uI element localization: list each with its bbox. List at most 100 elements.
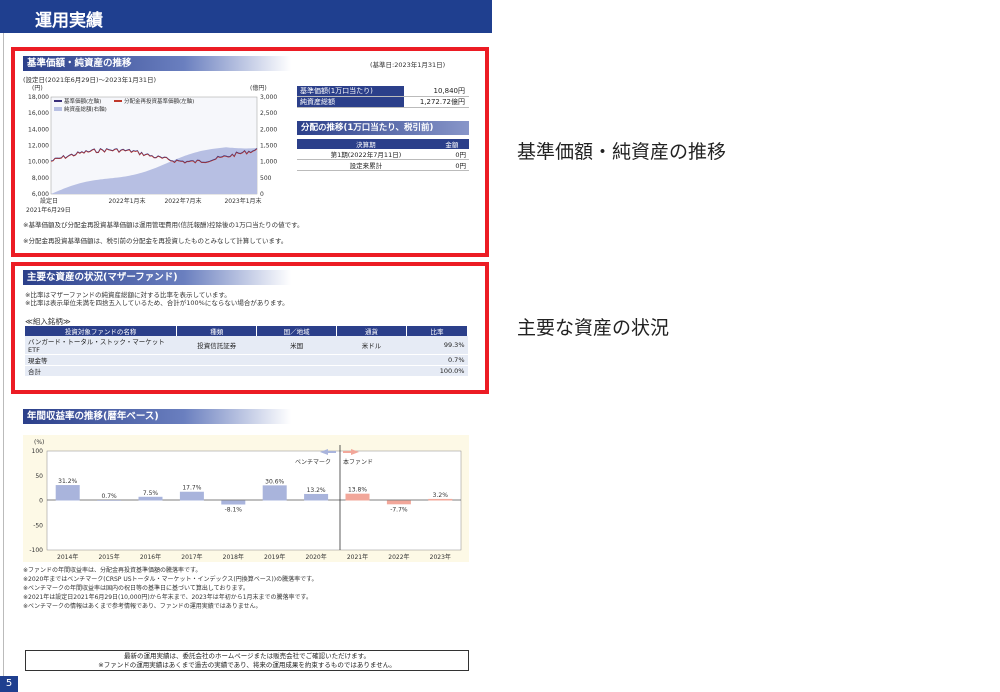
right-axis-ticks: 3,000 2,500 2,000 1,500 1,000 500 0 [260,94,277,198]
left-tick-label: 6,000 [32,191,49,198]
summary-nav-value: 10,840円 [433,87,466,95]
table-row: 第1期(2022年7月11日) 0円 [297,149,469,160]
x-tick-label: 2017年 [181,553,202,561]
dist-amount: 0円 [434,159,469,171]
left-tick-label: 16,000 [28,110,49,117]
page-number: 5 [0,676,18,692]
right-tick-label: 2,000 [260,126,277,133]
footer-line-2: ※ファンドの運用実績はあくまで過去の実績であり、将来の運用成果を約束するものでは… [98,661,396,669]
annual-bar [97,500,122,501]
x-tick-label: 2019年 [264,553,285,561]
hold-cell: 0.7% [406,354,468,366]
annual-note: ※2021年は設定日2021年6月29日(10,000円)から年末まで、2023… [23,594,312,601]
table-row: 現金等 0.7% [25,354,468,366]
bar-value-label: 13.2% [307,487,326,494]
right-tick-label: 0 [260,191,264,198]
x-tick-label: 2016年 [140,553,161,561]
nav-chart: (円) (億円) 18,000 16,000 14,000 12,000 10,000 8… [26,84,277,214]
annual-note: ※ベンチマークの年間収益率は国内の祝日等の基準日に基づいて算出しております。 [23,585,249,592]
side-label-nav: 基準価額・純資産の推移 [517,141,727,163]
table-row: バンガード・トータル・ストック・マーケットETF 投資信託証券 米国 米ドル 9… [25,336,468,355]
distribution-table: 決算期 金額 第1期(2022年7月11日) 0円 設定来累計 0円 [297,139,469,171]
summary-row-assets: 純資産総額 1,272.72億円 [297,97,469,108]
right-tick-label: 1,500 [260,143,277,150]
hold-cell: 現金等 [25,354,177,366]
nav-x-ticks: 2022年1月末 2022年7月末 2023年1月末 [108,197,261,205]
page-title-bar: 運用実績 [0,0,492,33]
y-tick-label: 50 [35,473,43,480]
page-title: 運用実績 [35,11,103,31]
y-tick-label: 0 [39,498,43,505]
annual-unit: (%) [34,439,44,446]
x-tick-label: 2020年 [305,553,326,561]
hold-header: 投資対象ファンドの名称 [25,326,178,336]
annual-bar [345,493,370,501]
annual-bar [55,485,80,501]
annual-bar [262,485,287,501]
hold-header: 国／地域 [256,326,338,336]
dist-header-period: 決算期 [297,139,435,149]
left-unit: (円) [32,85,43,92]
x-tick-label: 2023年 [430,553,451,561]
nav-note-2: ※分配金再投資基準価額は、税引前の分配金を再投資したものとみなして計算しています… [23,237,288,245]
side-label-assets: 主要な資産の状況 [517,317,670,339]
bar-value-label: -8.1% [225,507,243,514]
benchmark-label: ベンチマーク [295,459,331,466]
dist-period: 設定来累計 [297,159,435,171]
bar-value-label: 31.2% [58,478,77,485]
hold-cell: 投資信託証券 [176,336,257,355]
x-tick-label: 2022年1月末 [108,197,145,205]
hold-cell: 米国 [256,336,337,355]
right-unit: (億円) [250,84,267,92]
x-tick-label: 2021年 [347,553,368,561]
hold-cell [256,354,337,366]
hold-cell [256,365,337,377]
annual-y-ticks: 100 50 0 -50 -100 [29,448,43,554]
annual-note: ※ファンドの年間収益率は、分配金再投資基準価額の騰落率です。 [23,567,202,574]
left-tick-label: 18,000 [28,94,49,101]
summary-assets-value: 1,272.72億円 [419,98,465,106]
footer-line-1: 最新の運用実績は、委託会社のホームページまたは販売会社でご確認いただけます。 [123,652,371,660]
hold-cell [336,365,407,377]
left-tick-label: 14,000 [28,126,49,133]
table-row: 合計 100.0% [25,365,468,377]
legend-div-nav: 分配金再投資基準価額(左軸) [124,97,194,105]
legend-assets-swatch [54,107,62,111]
legend-nav-swatch [54,100,62,102]
holdings-note-2: ※比率は表示単位未満を四捨五入しているため、合計が100%にならない場合がありま… [25,299,289,307]
left-border [3,0,4,692]
hold-cell: 合計 [25,365,177,377]
bar-value-label: 13.8% [348,487,367,494]
x-tick-label: 2018年 [223,553,244,561]
x-tick-label: 2022年7月末 [164,197,201,205]
base-date: (基準日:2023年1月31日) [370,61,446,69]
bar-value-label: 7.5% [143,490,159,497]
annual-title: 年間収益率の推移(暦年ベース) [23,409,291,424]
left-tick-label: 8,000 [32,175,49,182]
annual-bar [428,498,453,501]
hold-cell [336,354,407,366]
footer-disclaimer: 最新の運用実績は、委託会社のホームページまたは販売会社でご確認いただけます。 ※… [25,650,469,671]
annual-chart: (%) 100 50 0 -50 -100 ベンチマーク 本ファンド 31.2% 2014… [23,435,469,562]
hold-cell: 米ドル [336,336,407,355]
fund-label: 本ファンド [343,458,373,466]
table-row: 設定来累計 0円 [297,159,469,171]
right-tick-label: 2,500 [260,110,277,117]
bar-value-label: -7.7% [390,506,408,513]
x-tick-label: 2022年 [388,553,409,561]
hold-cell: 100.0% [406,365,468,377]
right-tick-label: 1,000 [260,159,277,166]
summary-table: 基準価額(1万口当たり) 10,840円 純資産総額 1,272.72億円 [297,86,469,108]
left-tick-label: 12,000 [28,143,49,150]
x-tick-label: 2014年 [57,553,78,561]
hold-cell [176,365,257,377]
bar-value-label: 17.7% [182,485,201,492]
dist-period: 第1期(2022年7月11日) [297,149,435,160]
x-tick-label: 2015年 [98,553,119,561]
holdings-title: 主要な資産の状況(マザーファンド) [23,270,291,285]
legend-nav: 基準価額(左軸) [64,97,101,105]
right-tick-label: 500 [260,175,272,182]
legend-div-nav-swatch [114,100,122,102]
bar-value-label: 30.6% [265,478,284,485]
left-axis-ticks: 18,000 16,000 14,000 12,000 10,000 8,000 6,000 [28,94,49,198]
